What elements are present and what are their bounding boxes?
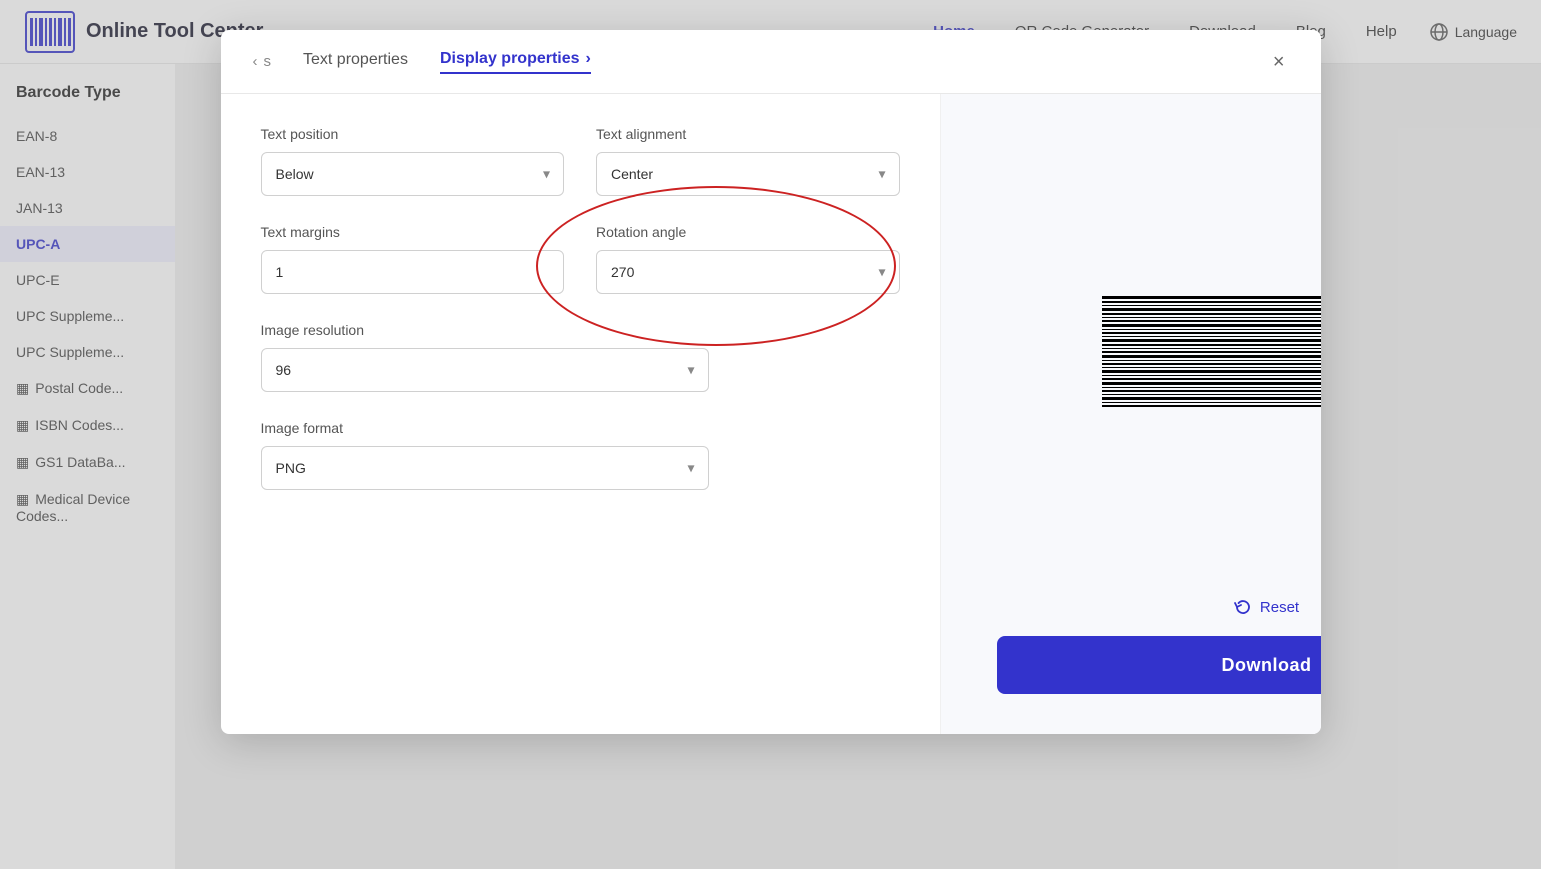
image-resolution-select[interactable]: 72 96 150 300 [261,348,709,392]
image-format-wrapper: PNG JPEG SVG BMP [261,446,709,490]
modal-overlay: ‹ s Text properties Display properties ›… [0,0,1541,869]
modal-tabs: ‹ s Text properties Display properties ›… [221,30,1321,94]
tab-prev[interactable]: ‹ s [253,53,272,70]
reset-label: Reset [1260,599,1299,616]
tab-display-label: Display properties [440,50,580,68]
tab-prev-label: s [264,53,272,70]
image-resolution-wrapper: 72 96 150 300 [261,348,709,392]
download-button[interactable]: Download [997,636,1321,694]
text-margins-input[interactable] [261,250,565,294]
text-alignment-label: Text alignment [596,126,900,142]
text-alignment-select[interactable]: Center Left Right [596,152,900,196]
rotation-angle-wrapper: 0 90 180 270 [596,250,900,294]
reset-button[interactable]: Reset [1234,598,1299,616]
chevron-left-icon: ‹ [253,53,258,70]
text-margins-label: Text margins [261,224,565,240]
text-alignment-wrapper: Center Left Right [596,152,900,196]
barcode-image: 614141999996 [1102,292,1321,412]
text-position-wrapper: Below Above None [261,152,565,196]
text-position-label: Text position [261,126,565,142]
modal: ‹ s Text properties Display properties ›… [221,30,1321,734]
image-format-label: Image format [261,420,709,436]
image-resolution-label: Image resolution [261,322,709,338]
rotation-angle-select[interactable]: 0 90 180 270 [596,250,900,294]
rotation-angle-label: Rotation angle [596,224,900,240]
chevron-right-icon: › [586,50,591,68]
text-alignment-group: Text alignment Center Left Right [596,126,900,196]
tab-display-properties[interactable]: Display properties › [440,50,591,74]
tab-text-label: Text properties [303,51,408,69]
barcode-preview-panel: 614141999996 Reset Download [941,94,1321,734]
modal-form: Text position Below Above None Text alig… [221,94,941,734]
download-section: Download [965,616,1321,718]
modal-body: Text position Below Above None Text alig… [221,94,1321,734]
tab-text-properties[interactable]: Text properties [303,51,408,73]
reset-icon [1234,598,1252,616]
text-margins-group: Text margins [261,224,565,294]
close-button[interactable]: × [1269,48,1289,76]
barcode-preview: 614141999996 [965,118,1321,586]
form-row-1: Text position Below Above None Text alig… [261,126,900,196]
rotation-angle-group: Rotation angle 0 90 180 270 [596,224,900,294]
image-resolution-group: Image resolution 72 96 150 300 [261,322,709,392]
text-position-group: Text position Below Above None [261,126,565,196]
image-format-select[interactable]: PNG JPEG SVG BMP [261,446,709,490]
text-position-select[interactable]: Below Above None [261,152,565,196]
image-format-group: Image format PNG JPEG SVG BMP [261,420,709,490]
form-row-2: Text margins Rotation angle 0 90 180 270 [261,224,900,294]
